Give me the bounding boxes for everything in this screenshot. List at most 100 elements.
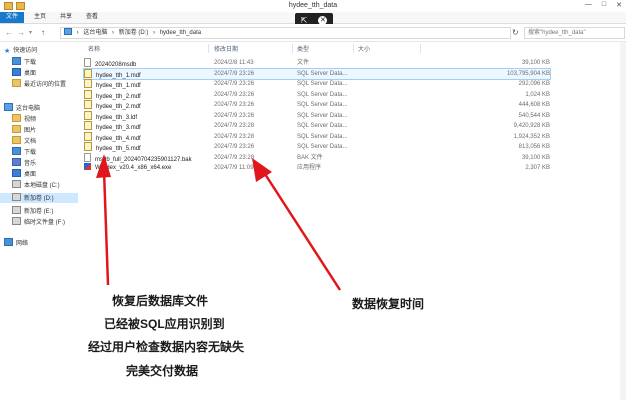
file-date: 2024/7/9 11:09 — [214, 165, 254, 171]
document-folder-icon — [12, 136, 21, 144]
sidebar-item-label: 视频 — [24, 117, 37, 123]
vertical-scrollbar[interactable] — [620, 42, 626, 400]
mdf-file-icon — [84, 68, 92, 78]
breadcrumb-separator: › — [153, 30, 156, 36]
file-row[interactable]: hydee_tth_3.ldf 2024/7/9 23:26 SQL Server … — [84, 110, 550, 121]
breadcrumb-separator: › — [76, 30, 79, 36]
drive-icon — [12, 180, 21, 188]
sidebar-item-label: 新加卷 (E:) — [24, 209, 54, 215]
file-date: 2024/7/9 23:28 — [214, 133, 255, 140]
sidebar-item-drive-c[interactable]: 本地磁盘 (C:) — [12, 180, 60, 190]
breadcrumb[interactable]: › 这台电脑 › 新加卷 (D:) › hydee_tth_data — [60, 27, 511, 39]
file-size: 292,096 KB — [518, 81, 550, 87]
tab-file[interactable]: 文件 — [0, 12, 25, 23]
annotation-caption-left-2: 已经被SQL应用识别到 — [104, 317, 225, 331]
sidebar-item-documents[interactable]: 文档 — [12, 136, 36, 146]
sidebar-item-desktop-pc[interactable]: 桌面 — [12, 169, 36, 179]
sidebar-item-desktop[interactable]: 桌面 — [12, 68, 36, 78]
arrow-shaft-right — [263, 173, 342, 291]
column-header-date[interactable]: 修改日期 — [214, 44, 238, 53]
sidebar-item-drive-d[interactable]: 新加卷 (D:) — [0, 193, 78, 203]
column-divider[interactable] — [420, 44, 421, 53]
breadcrumb-item[interactable]: hydee_tth_data — [160, 30, 201, 36]
file-date: 2024/7/9 23:26 — [214, 81, 255, 87]
file-size: 540,544 KB — [518, 112, 550, 119]
recent-dropdown-icon[interactable]: ▾ — [29, 29, 32, 36]
file-size: 103,795,904 KB — [506, 70, 550, 77]
tab-share[interactable]: 共享 — [54, 12, 78, 23]
file-date: 2024/7/9 23:26 — [214, 144, 255, 150]
breadcrumb-item[interactable]: 这台电脑 — [83, 30, 107, 36]
column-header-name[interactable]: 名称 — [88, 44, 100, 53]
column-divider[interactable] — [353, 44, 354, 53]
sidebar-item-music[interactable]: 音乐 — [12, 158, 36, 168]
minimize-button[interactable]: — — [585, 1, 592, 9]
download-folder-icon — [12, 57, 21, 65]
file-row[interactable]: hydee_tth_1.mdf 2024/7/9 23:26 SQL Server … — [84, 79, 550, 89]
back-button[interactable]: ← — [5, 28, 13, 37]
picture-folder-icon — [12, 125, 21, 133]
sidebar-item-label: 下载 — [24, 150, 37, 156]
recent-icon — [12, 79, 21, 87]
sidebar-item-network[interactable]: 网络 — [4, 238, 28, 248]
download-folder-icon — [12, 147, 21, 155]
file-row[interactable]: hydee_tth_2.mdf 2024/7/9 23:26 SQL Server … — [84, 100, 550, 110]
file-name: hydee_tth_1.mdf — [96, 72, 141, 79]
sidebar-item-pictures[interactable]: 图片 — [12, 125, 36, 135]
sidebar-item-label: 网络 — [16, 241, 29, 247]
maximize-button[interactable]: □ — [602, 1, 606, 9]
file-name: hydee_tth_2.mdf — [96, 93, 141, 100]
file-row[interactable]: hydee_tth_2.mdf 2024/7/9 23:26 SQL Server … — [84, 89, 550, 100]
breadcrumb-item[interactable]: 新加卷 (D:) — [119, 30, 149, 36]
file-size: 1,024 KB — [525, 91, 550, 98]
music-folder-icon — [12, 158, 21, 166]
file-date: 2024/2/8 11:43 — [214, 60, 254, 66]
close-button[interactable]: ✕ — [616, 1, 622, 9]
search-input[interactable]: 搜索"hydee_tth_data" — [524, 27, 625, 39]
file-row[interactable]: 20240208msdb 2024/2/8 11:43 文件 39,100 KB — [84, 58, 550, 68]
forward-button[interactable]: → — [17, 28, 25, 37]
sidebar-item-downloads-pc[interactable]: 下载 — [12, 147, 36, 157]
file-type: 应用程序 — [297, 165, 322, 171]
file-row[interactable]: hydee_tth_3.mdf 2024/7/9 23:28 SQL Server … — [84, 121, 550, 131]
sidebar-item-label: 这台电脑 — [16, 106, 41, 112]
sidebar-item-label: 临时文件盘 (F:) — [24, 220, 65, 226]
tab-home[interactable]: 主页 — [28, 12, 52, 23]
sidebar-item-drive-e[interactable]: 新加卷 (E:) — [12, 206, 53, 216]
file-row[interactable]: hydee_tth_4.mdf 2024/7/9 23:28 SQL Server … — [84, 131, 550, 142]
up-button[interactable]: ↑ — [41, 28, 45, 37]
network-icon — [4, 238, 13, 246]
file-row[interactable]: hydee_tth_1.mdf 2024/7/9 23:26 SQL Server … — [83, 67, 551, 80]
sidebar-item-videos[interactable]: 视频 — [12, 114, 36, 124]
sidebar-item-quick-access[interactable]: ★ 快速访问 — [4, 46, 37, 56]
sidebar-item-recent[interactable]: 最近访问的位置 — [12, 79, 66, 89]
column-divider[interactable] — [208, 44, 209, 53]
file-date: 2024/7/9 23:26 — [214, 112, 255, 119]
file-row[interactable]: WinHex_v20.4_x86_x64.exe 2024/7/9 11:09 应用… — [84, 163, 550, 173]
refresh-button[interactable]: ↻ — [512, 28, 519, 37]
breadcrumb-separator: › — [112, 30, 115, 36]
sidebar-item-label: 图片 — [24, 128, 37, 134]
sidebar-item-downloads[interactable]: 下载 — [12, 57, 36, 67]
file-row[interactable]: hydee_tth_5.mdf 2024/7/9 23:26 SQL Server … — [84, 142, 550, 152]
column-divider[interactable] — [292, 44, 293, 53]
file-date: 2024/7/9 23:28 — [214, 123, 255, 129]
file-size: 813,056 KB — [518, 144, 550, 150]
sidebar-item-this-pc[interactable]: 这台电脑 — [4, 103, 40, 113]
mdf-file-icon — [84, 142, 92, 151]
tab-view[interactable]: 查看 — [80, 12, 104, 23]
window-title: hydee_tth_data — [288, 2, 338, 9]
column-header-size[interactable]: 大小 — [358, 44, 370, 53]
sidebar-item-drive-f[interactable]: 临时文件盘 (F:) — [12, 217, 65, 227]
file-type: SQL Server Data... — [297, 133, 348, 140]
annotation-caption-right: 数据恢复时间 — [352, 297, 425, 311]
annotation-caption-left-3: 经过用户检查数据内容无缺失 — [88, 340, 245, 354]
file-name: hydee_tth_1.mdf — [96, 83, 141, 89]
column-header-type[interactable]: 类型 — [297, 44, 309, 53]
file-row[interactable]: msdb_full_20240704235901127.bak 2024/7/9 … — [84, 152, 550, 163]
file-size: 9,420,928 KB — [513, 123, 550, 129]
annotation-caption-left-1: 恢复后数据库文件 — [112, 294, 209, 308]
file-type: SQL Server Data... — [297, 144, 348, 150]
mdf-file-icon — [84, 121, 92, 130]
file-name-cell: WinHex_v20.4_x86_x64.exe — [84, 163, 171, 173]
